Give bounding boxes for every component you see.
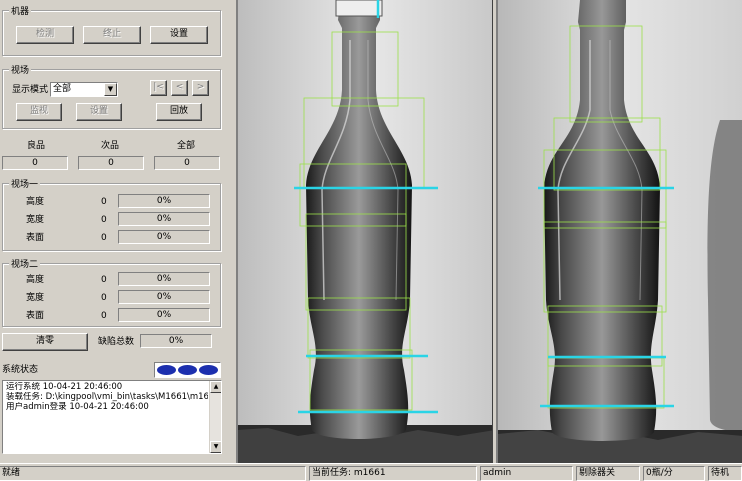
chevron-down-icon[interactable]: ▼ <box>104 83 117 96</box>
field2-group-title: 视场二 <box>9 257 41 270</box>
viewfield-settings-button[interactable]: 设置 <box>76 103 122 121</box>
field1-width-count: 0 <box>101 215 107 225</box>
field1-height-label: 高度 <box>26 197 45 207</box>
display-mode-label: 显示模式 <box>12 85 49 95</box>
status-current-task: 当前任务: m1661 <box>309 466 477 481</box>
status-bar: 就绪 当前任务: m1661 admin 剔除器关 0瓶/分 待机 <box>0 463 742 481</box>
camera-view-1 <box>236 0 493 463</box>
playback-button[interactable]: 回放 <box>156 103 202 121</box>
machine-settings-button[interactable]: 设置 <box>150 26 208 44</box>
nav-first-button[interactable]: |< <box>150 80 167 96</box>
monitor-button[interactable]: 监视 <box>16 103 62 121</box>
status-light-3 <box>199 365 218 375</box>
defect-total-field: 0% <box>140 334 212 348</box>
field1-surface-label: 表面 <box>26 233 45 243</box>
field2-width-percent: 0% <box>118 290 210 304</box>
total-label: 全部 <box>177 141 196 151</box>
field1-group-title: 视场一 <box>9 177 41 190</box>
viewfield-group-title: 视场 <box>9 63 32 76</box>
display-mode-select[interactable]: 全部 ▼ <box>50 82 118 97</box>
field1-height-count: 0 <box>101 197 107 207</box>
system-log[interactable]: 运行系统 10-04-21 20:46:00 装载任务: D:\kingpool… <box>2 380 222 454</box>
field2-width-count: 0 <box>101 293 107 303</box>
field2-height-count: 0 <box>101 275 107 285</box>
defect-total-label: 缺陷总数 <box>98 337 135 347</box>
detect-button[interactable]: 检测 <box>16 26 74 44</box>
status-user: admin <box>480 466 573 481</box>
camera-view-2 <box>496 0 742 463</box>
reset-button[interactable]: 清零 <box>2 333 88 351</box>
camera-2-image <box>498 0 742 463</box>
field1-width-percent: 0% <box>118 212 210 226</box>
good-count-field: 0 <box>2 156 68 170</box>
stop-button[interactable]: 终止 <box>83 26 141 44</box>
status-state: 待机 <box>708 466 742 481</box>
scroll-down-icon[interactable]: ▼ <box>210 441 221 453</box>
log-scrollbar[interactable]: ▲ ▼ <box>209 381 221 453</box>
nav-prev-button[interactable]: < <box>171 80 188 96</box>
status-light-2 <box>178 365 197 375</box>
status-rejector: 剔除器关 <box>576 466 640 481</box>
machine-group-title: 机器 <box>9 4 32 17</box>
scroll-up-icon[interactable]: ▲ <box>210 381 221 393</box>
defect-count-field: 0 <box>78 156 144 170</box>
good-label: 良品 <box>27 141 46 151</box>
field1-width-label: 宽度 <box>26 215 45 225</box>
control-panel: 机器 检测 终止 设置 视场 显示模式 全部 ▼ |< < > 监视 设置 回放… <box>0 0 236 463</box>
status-ready: 就绪 <box>0 466 306 481</box>
system-status-label: 系统状态 <box>2 365 39 375</box>
log-line: 装载任务: D:\kingpool\vmi_bin\tasks\M1661\m1… <box>6 392 208 402</box>
nav-next-button[interactable]: > <box>192 80 209 96</box>
field1-surface-count: 0 <box>101 233 107 243</box>
field1-surface-percent: 0% <box>118 230 210 244</box>
field2-height-label: 高度 <box>26 275 45 285</box>
status-indicators <box>154 362 221 378</box>
status-rate: 0瓶/分 <box>643 466 705 481</box>
field2-height-percent: 0% <box>118 272 210 286</box>
total-count-field: 0 <box>154 156 220 170</box>
field2-surface-label: 表面 <box>26 311 45 321</box>
camera-1-image <box>238 0 492 463</box>
field2-width-label: 宽度 <box>26 293 45 303</box>
log-line: 运行系统 10-04-21 20:46:00 <box>6 382 123 392</box>
defect-label: 次品 <box>101 141 120 151</box>
field2-surface-count: 0 <box>101 311 107 321</box>
display-mode-value: 全部 <box>53 84 72 94</box>
log-line: 用户admin登录 10-04-21 20:46:00 <box>6 402 149 412</box>
status-light-1 <box>157 365 176 375</box>
field2-surface-percent: 0% <box>118 308 210 322</box>
field1-height-percent: 0% <box>118 194 210 208</box>
